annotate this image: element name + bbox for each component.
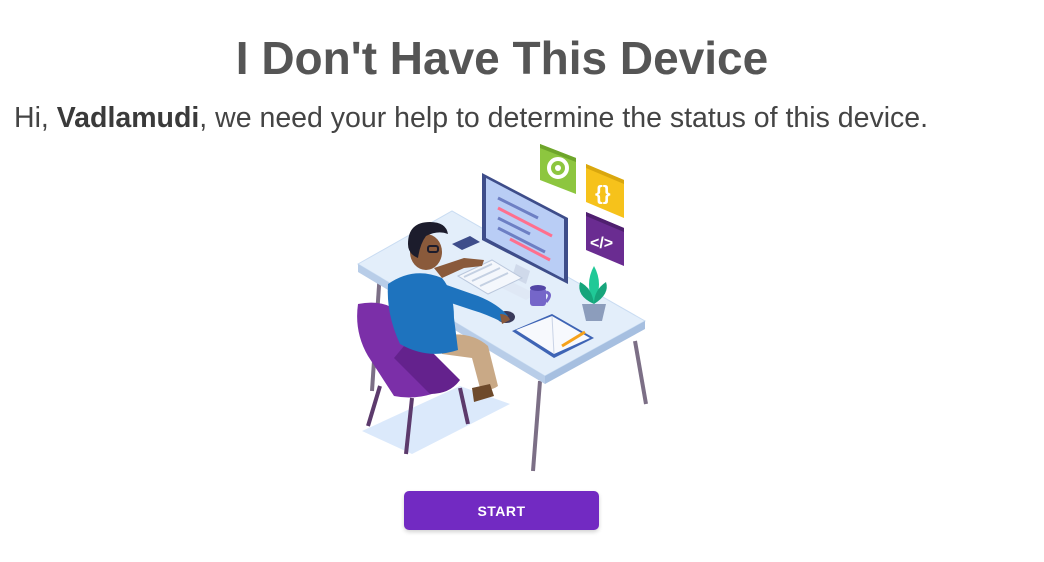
braces-tile: {} — [586, 164, 624, 218]
braces-icon: {} — [595, 183, 611, 205]
desk-leg — [633, 340, 648, 405]
start-button[interactable]: START — [404, 491, 599, 530]
chair-leg — [366, 385, 382, 427]
gear-tile — [540, 144, 576, 194]
greeting-text: Hi, Vadlamudi, we need your help to dete… — [14, 98, 928, 138]
user-name: Vadlamudi — [56, 102, 200, 134]
page: I Don't Have This Device Hi, Vadlamudi, … — [0, 0, 1044, 562]
code-tile: </> — [586, 212, 624, 266]
developer-illustration: {} </> — [357, 144, 648, 472]
code-icon: </> — [590, 235, 613, 252]
plant-pot — [582, 304, 606, 321]
greeting-prefix: Hi, — [14, 102, 57, 134]
page-title: I Don't Have This Device — [235, 32, 769, 84]
desk-leg — [531, 380, 542, 472]
greeting-suffix: , we need your help to determine the sta… — [199, 102, 929, 134]
